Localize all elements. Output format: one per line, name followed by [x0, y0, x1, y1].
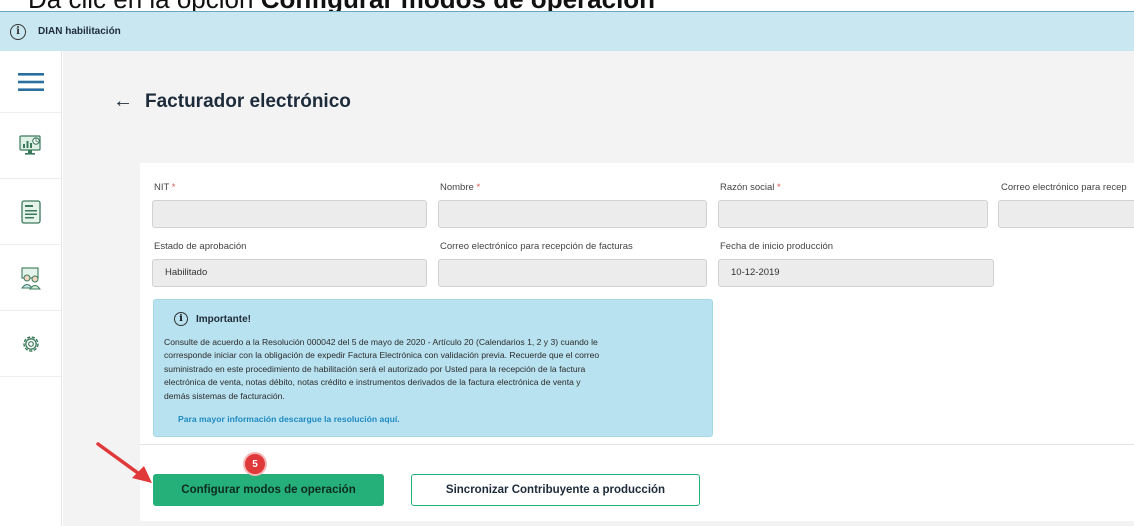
important-notice: i Importante! Consulte de acuerdo a la R… [153, 299, 713, 437]
back-arrow-icon[interactable]: ← [113, 90, 133, 113]
annotation-arrow-icon [96, 442, 152, 483]
estado-label: Estado de aprobación [154, 241, 247, 252]
screen: Dá clic en la opción Configurar modos de… [0, 0, 1134, 526]
sync-taxpayer-production-button[interactable]: Sincronizar Contribuyente a producción [411, 474, 700, 506]
document-icon [21, 199, 41, 224]
fecha-inicio-label: Fecha de inicio producción [720, 241, 834, 252]
configure-operation-modes-button[interactable]: Configurar modos de operación [153, 474, 384, 506]
razon-social-required-mark: * [777, 182, 781, 193]
step-number-badge: 5 [243, 452, 267, 476]
nombre-field[interactable] [438, 200, 707, 228]
notice-line: demás sistemas de facturación. [164, 390, 285, 401]
menu-icon [18, 72, 44, 91]
correo-facturas-field[interactable] [438, 259, 707, 287]
resolution-download-link[interactable]: Para mayor información descargue la reso… [178, 414, 400, 424]
page-title: Facturador electrónico [145, 90, 351, 112]
razon-social-label-text: Razón social [720, 182, 775, 193]
nit-field[interactable] [152, 200, 427, 228]
fecha-inicio-field[interactable]: 10-12-2019 [718, 259, 994, 287]
sidebar-item-users[interactable] [0, 245, 62, 311]
notice-header: i Importante! [174, 312, 251, 326]
people-icon [21, 266, 41, 289]
nit-label: NIT * [154, 182, 175, 193]
notice-line: corresponde iniciar con la obligación de… [164, 350, 600, 361]
nombre-label-text: Nombre [440, 182, 474, 193]
sidebar-item-documents[interactable] [0, 179, 62, 245]
notice-line: suministrado en este procedimiento de ha… [164, 363, 586, 374]
correo-recep-field[interactable] [998, 200, 1134, 228]
info-circle-icon: i [174, 312, 188, 326]
notice-title: Importante! [196, 313, 251, 325]
estado-field[interactable]: Habilitado [152, 259, 427, 287]
monitor-chart-icon [19, 134, 41, 155]
gear-icon [23, 335, 39, 352]
notice-line: electrónica de venta, notas débito, nota… [164, 377, 581, 388]
sidebar-item-settings[interactable] [0, 311, 62, 377]
nit-label-text: NIT [154, 182, 170, 193]
notice-body: Consulte de acuerdo a la Resolución 0000… [164, 336, 704, 403]
correo-recep-label: Correo electrónico para recep [1001, 182, 1127, 193]
razon-social-label: Razón social * [720, 182, 781, 193]
app-title: DIAN habilitación [38, 26, 121, 37]
nit-required-mark: * [171, 182, 176, 193]
sidebar-item-monitor[interactable] [0, 113, 62, 179]
divider [140, 444, 1134, 445]
nombre-required-mark: * [476, 182, 481, 193]
sidebar-item-menu[interactable] [0, 51, 62, 113]
info-icon[interactable]: i [10, 23, 26, 40]
top-bar: i DIAN habilitación [0, 11, 1134, 51]
sidebar [0, 51, 62, 526]
page-header: ← Facturador electrónico [113, 90, 351, 113]
notice-line: Consulte de acuerdo a la Resolución 0000… [164, 337, 598, 347]
razon-social-field[interactable] [718, 200, 988, 228]
correo-facturas-label: Correo electrónico para recepción de fac… [440, 241, 633, 252]
nombre-label: Nombre * [440, 182, 480, 193]
